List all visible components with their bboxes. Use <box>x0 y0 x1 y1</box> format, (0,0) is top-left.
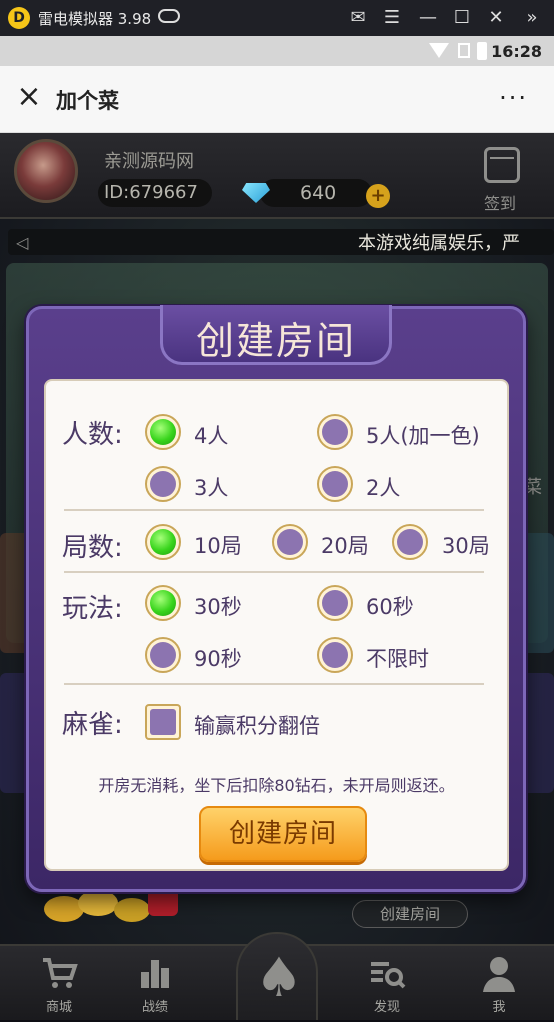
nav-label-shop: 商城 <box>45 1000 72 1015</box>
create-room-button[interactable]: 创建房间 <box>199 806 367 862</box>
mail-icon[interactable]: ✉ <box>346 6 370 30</box>
menu-icon[interactable]: ☰ <box>380 6 404 30</box>
nav-item-home[interactable]: ♠ <box>236 932 318 1020</box>
emulator-logo-icon: D <box>8 7 30 29</box>
mode-option-90s-radio[interactable] <box>145 637 181 673</box>
avatar[interactable] <box>14 139 78 203</box>
players-option-5-radio[interactable] <box>317 414 353 450</box>
rounds-option-10-radio[interactable] <box>145 524 181 560</box>
nav-item-discover[interactable]: 发现 <box>342 946 432 1022</box>
players-label: 人数: <box>62 420 123 450</box>
mahjong-label: 麻雀: <box>62 710 123 740</box>
coins-dice-decoration <box>44 886 184 926</box>
background-side-char: 菜 <box>524 477 542 498</box>
nav-label-discover: 发现 <box>373 1000 400 1015</box>
rounds-option-10-label[interactable]: 10局 <box>194 530 242 560</box>
profile-bar: 亲测源码网 ID:679667 640 + 签到 <box>0 133 554 219</box>
speaker-icon: ◁ <box>16 233 29 252</box>
players-option-4-label[interactable]: 4人 <box>194 420 228 450</box>
spade-icon: ♠ <box>254 946 304 1009</box>
players-option-3-radio[interactable] <box>145 466 181 502</box>
rounds-option-30-label[interactable]: 30局 <box>442 530 490 560</box>
rounds-option-20-radio[interactable] <box>272 524 308 560</box>
calendar-icon[interactable] <box>484 147 520 183</box>
divider <box>64 683 484 685</box>
divider <box>64 509 484 511</box>
mode-option-30s-label[interactable]: 30秒 <box>194 591 242 621</box>
mode-option-30s-radio[interactable] <box>145 585 181 621</box>
cost-note: 开房无消耗，坐下后扣除80钻石，未开局则返还。 <box>98 776 455 795</box>
emulator-title: 雷电模拟器 3.98 <box>38 10 152 28</box>
collapse-icon[interactable]: » <box>520 6 544 30</box>
more-options-icon[interactable]: ··· <box>499 84 528 112</box>
sim-icon <box>458 43 470 58</box>
cart-icon <box>43 958 78 988</box>
android-status-bar: 16:28 <box>0 36 554 66</box>
page-title: 加个菜 <box>56 89 119 113</box>
players-option-2-label[interactable]: 2人 <box>366 472 400 502</box>
maximize-icon[interactable]: ☐ <box>450 6 474 30</box>
mode-option-unlimited-radio[interactable] <box>317 637 353 673</box>
mode-option-90s-label[interactable]: 90秒 <box>194 643 242 673</box>
wifi-icon <box>429 43 449 58</box>
diamond-count: 640 <box>300 182 337 204</box>
rounds-label: 局数: <box>62 533 123 563</box>
user-name: 亲测源码网 <box>104 151 194 172</box>
sign-in-label[interactable]: 签到 <box>484 190 516 214</box>
players-option-3-label[interactable]: 3人 <box>194 472 228 502</box>
battery-icon <box>477 42 487 60</box>
add-diamonds-button[interactable]: + <box>366 184 390 208</box>
players-option-5-label[interactable]: 5人(加一色) <box>366 420 480 450</box>
dialog-panel <box>44 379 509 871</box>
mode-option-60s-radio[interactable] <box>317 585 353 621</box>
close-icon[interactable]: × <box>14 82 44 112</box>
nav-item-records[interactable]: 战绩 <box>110 946 200 1022</box>
background-create-room-button[interactable]: 创建房间 <box>352 900 468 928</box>
rounds-option-30-radio[interactable] <box>392 524 428 560</box>
notice-text: 本游戏纯属娱乐，严 <box>358 233 520 254</box>
nav-label-records: 战绩 <box>141 1000 168 1015</box>
mode-option-unlimited-label[interactable]: 不限时 <box>366 643 429 673</box>
bar-chart-icon <box>141 960 169 988</box>
close-window-icon[interactable]: ✕ <box>484 6 508 30</box>
dialog-title: 创建房间 <box>195 319 356 363</box>
person-icon <box>483 957 515 992</box>
double-points-label[interactable]: 输赢积分翻倍 <box>194 710 320 740</box>
players-option-4-radio[interactable] <box>145 414 181 450</box>
mode-label: 玩法: <box>62 594 123 624</box>
double-points-checkbox[interactable] <box>145 704 181 740</box>
players-option-2-radio[interactable] <box>317 466 353 502</box>
rounds-option-20-label[interactable]: 20局 <box>321 530 369 560</box>
minimize-icon[interactable]: — <box>416 6 440 30</box>
nav-item-me[interactable]: 我 <box>454 946 544 1022</box>
status-time: 16:28 <box>491 42 542 61</box>
user-id: ID:679667 <box>104 182 198 203</box>
nav-label-me: 我 <box>492 1000 506 1015</box>
emulator-titlebar: D 雷电模拟器 3.98 ✉ ☰ — ☐ ✕ » <box>0 0 554 36</box>
app-header: × 加个菜 ··· <box>0 66 554 133</box>
nav-item-shop[interactable]: 商城 <box>14 946 104 1022</box>
gamepad-icon[interactable] <box>158 9 180 23</box>
divider <box>64 571 484 573</box>
search-list-icon <box>371 962 406 989</box>
mode-option-60s-label[interactable]: 60秒 <box>366 591 414 621</box>
notice-bar: ◁ 本游戏纯属娱乐，严 <box>8 229 554 255</box>
